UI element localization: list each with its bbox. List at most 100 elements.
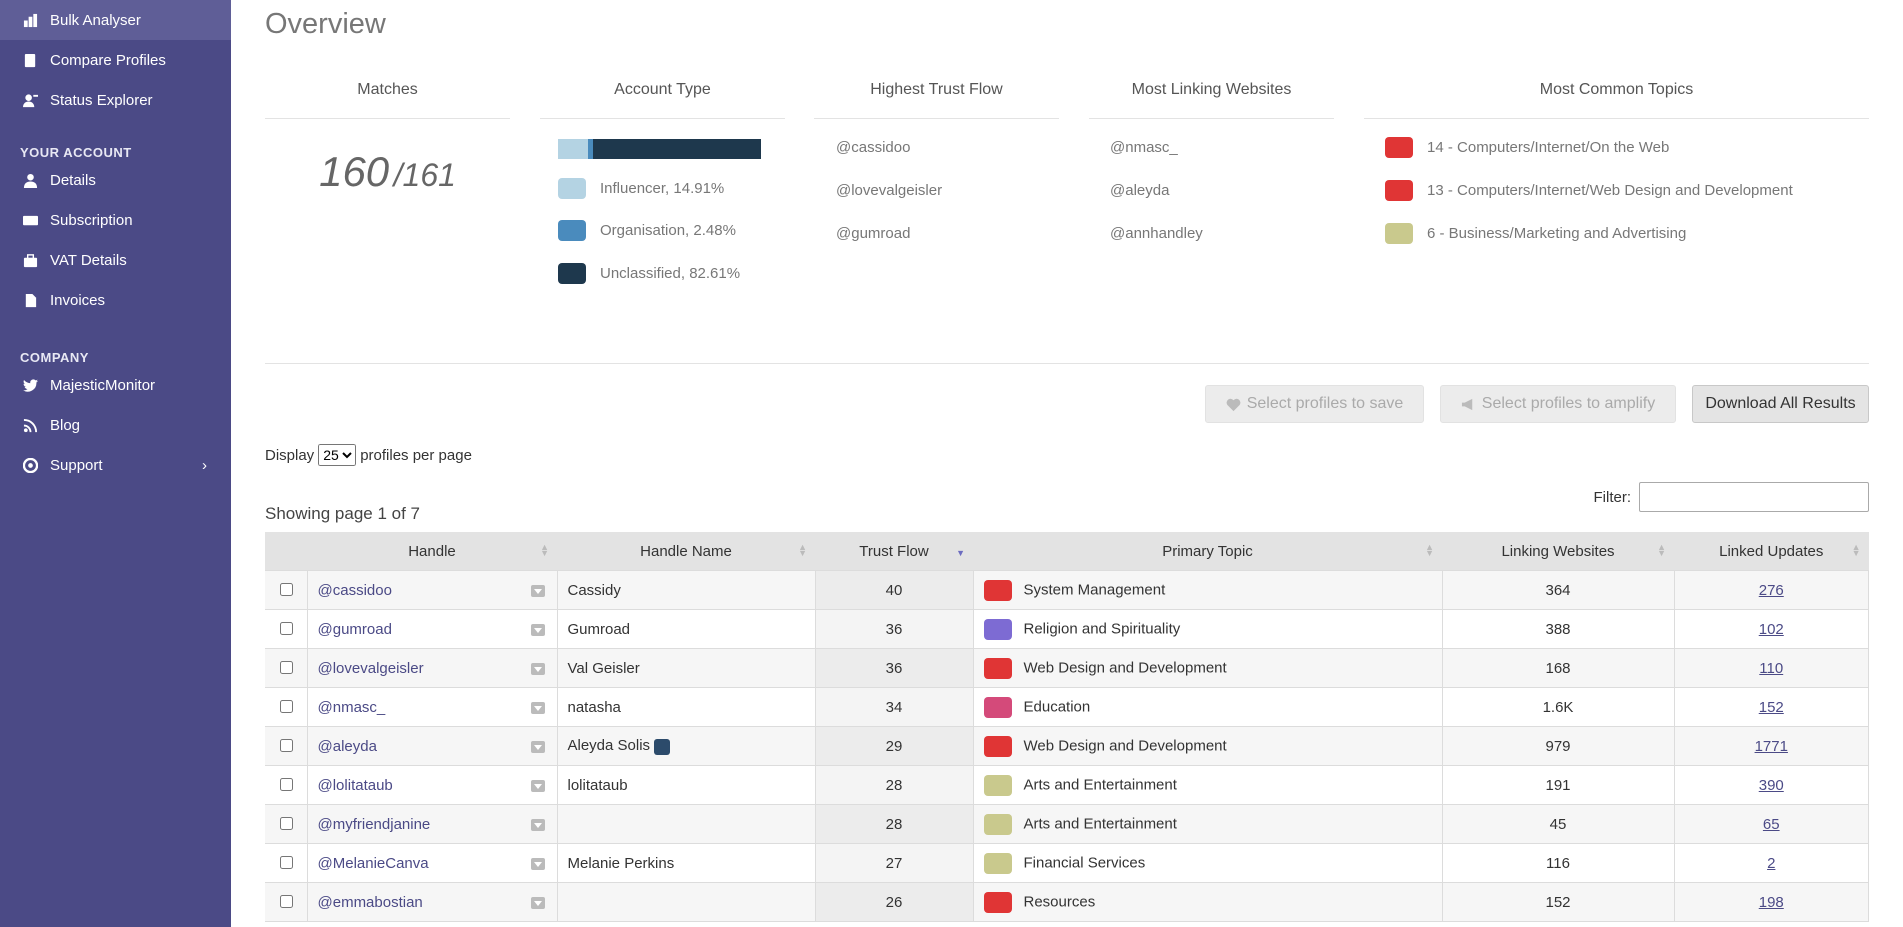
linking-item[interactable]: @nmasc_ — [1110, 139, 1178, 156]
save-profiles-label: Select profiles to save — [1246, 395, 1404, 412]
row-checkbox[interactable] — [279, 661, 293, 674]
dropdown-icon[interactable] — [530, 702, 545, 714]
dropdown-icon[interactable] — [530, 585, 545, 597]
topic-label: Financial Services — [1023, 853, 1146, 871]
handle-link[interactable]: @aleyda — [318, 738, 377, 755]
document-icon — [20, 293, 40, 308]
topic-swatch — [1385, 223, 1413, 244]
linked-updates-link[interactable]: 276 — [1759, 582, 1784, 599]
column-header-handle[interactable]: Handle ▲ ▼ — [307, 532, 557, 571]
filter-input[interactable] — [1639, 482, 1869, 512]
column-header-trust-flow[interactable]: Trust Flow ▼ — [815, 532, 973, 571]
trust-flow-cell: 26 — [814, 882, 974, 922]
primary-topic-cell: Resources — [972, 882, 1443, 922]
row-checkbox[interactable] — [279, 895, 293, 908]
trust-flow-item[interactable]: @cassidoo — [836, 139, 910, 156]
table-body: @cassidoo Cassidy 40 System Management 364 27… — [265, 570, 1869, 922]
emoji-icon — [654, 738, 671, 755]
handle-link[interactable]: @emmabostian — [318, 894, 423, 911]
handle-link[interactable]: @MelanieCanva — [318, 855, 429, 872]
sidebar-item-majesticmonitor[interactable]: MajesticMonitor — [0, 365, 231, 405]
linked-updates-link[interactable]: 152 — [1759, 699, 1784, 716]
save-profiles-button[interactable]: Select profiles to save — [1205, 385, 1424, 423]
sidebar-item-compare-profiles[interactable]: Compare Profiles — [0, 40, 231, 80]
matches-panel: Matches — [265, 78, 510, 119]
sidebar-item-invoices[interactable]: Invoices — [0, 280, 231, 320]
handle-name-cell: Cassidy — [556, 570, 816, 610]
linking-websites-cell: 116 — [1441, 843, 1675, 883]
download-all-label: Download All Results — [1705, 395, 1856, 412]
column-header-primary-topic[interactable]: Primary Topic ▲ ▼ — [973, 532, 1442, 571]
topic-label: Web Design and Development — [1023, 736, 1227, 754]
legend-swatch — [558, 263, 586, 284]
row-checkbox[interactable] — [279, 856, 293, 869]
dropdown-icon[interactable] — [530, 624, 545, 636]
handle-link[interactable]: @lolitataub — [318, 777, 393, 794]
row-checkbox[interactable] — [279, 817, 293, 830]
row-select-cell — [265, 609, 308, 649]
display-prefix: Display — [265, 446, 315, 464]
primary-topic-cell: Financial Services — [972, 843, 1443, 883]
download-all-button[interactable]: Download All Results — [1692, 385, 1869, 423]
page-size-select[interactable]: 25 — [318, 444, 357, 466]
linked-updates-link[interactable]: 390 — [1759, 777, 1784, 794]
column-header-linking-websites[interactable]: Linking Websites ▲ ▼ — [1442, 532, 1674, 571]
trust-flow-item[interactable]: @gumroad — [836, 225, 910, 242]
amplify-profiles-button[interactable]: Select profiles to amplify — [1440, 385, 1676, 423]
linked-updates-link[interactable]: 110 — [1759, 660, 1783, 677]
linked-updates-cell: 198 — [1673, 882, 1869, 922]
row-checkbox[interactable] — [279, 739, 293, 752]
dropdown-icon[interactable] — [530, 858, 545, 870]
primary-topic-cell: Web Design and Development — [972, 648, 1443, 688]
linked-updates-link[interactable]: 102 — [1759, 621, 1784, 638]
dropdown-icon[interactable] — [530, 780, 545, 792]
handle-link[interactable]: @myfriendjanine — [318, 816, 431, 833]
topic-label: 6 - Business/Marketing and Advertising — [1427, 225, 1687, 242]
handle-link[interactable]: @nmasc_ — [318, 699, 386, 716]
legend-swatch — [558, 220, 586, 241]
dropdown-icon[interactable] — [530, 741, 545, 753]
dropdown-icon[interactable] — [530, 663, 545, 675]
dropdown-icon[interactable] — [530, 819, 545, 831]
handle-link[interactable]: @lovevalgeisler — [318, 660, 424, 677]
topics-heading: Most Common Topics — [1364, 78, 1869, 119]
handle-name-cell: Gumroad — [556, 609, 816, 649]
linked-updates-link[interactable]: 65 — [1763, 816, 1780, 833]
column-header-handle-name[interactable]: Handle Name ▲ ▼ — [557, 532, 815, 571]
row-checkbox[interactable] — [279, 583, 293, 596]
header-label: Handle Name — [640, 542, 732, 560]
linking-item[interactable]: @annhandley — [1110, 225, 1203, 242]
linked-updates-cell: 1771 — [1673, 726, 1869, 766]
sidebar-item-support[interactable]: Support › — [0, 445, 231, 485]
sidebar-item-vat-details[interactable]: VAT Details — [0, 240, 231, 280]
linked-updates-link[interactable]: 1771 — [1755, 738, 1788, 755]
dropdown-icon[interactable] — [530, 897, 545, 909]
sidebar-item-subscription[interactable]: Subscription — [0, 200, 231, 240]
row-checkbox[interactable] — [279, 700, 293, 713]
row-checkbox[interactable] — [279, 622, 293, 635]
linking-websites-cell: 979 — [1441, 726, 1675, 766]
linked-updates-link[interactable]: 198 — [1759, 894, 1784, 911]
trust-flow-item[interactable]: @lovevalgeisler — [836, 182, 942, 199]
your-account-heading: YOUR ACCOUNT — [20, 145, 132, 160]
sidebar-item-details[interactable]: Details — [0, 160, 231, 200]
sidebar-item-bulk-analyser[interactable]: Bulk Analyser — [0, 0, 231, 40]
sidebar-item-status-explorer[interactable]: Status Explorer — [0, 80, 231, 120]
sidebar-item-blog[interactable]: Blog — [0, 405, 231, 445]
row-checkbox[interactable] — [279, 778, 293, 791]
column-header-linked-updates[interactable]: Linked Updates ▲ ▼ — [1674, 532, 1869, 571]
legend-label: Organisation, 2.48% — [600, 222, 736, 239]
account-type-heading: Account Type — [540, 78, 785, 119]
megaphone-icon — [1461, 398, 1473, 410]
topic-label: Arts and Entertainment — [1023, 775, 1177, 793]
sidebar-item-label: VAT Details — [50, 251, 127, 269]
topic-item: 13 - Computers/Internet/Web Design and D… — [1385, 180, 1793, 201]
handle-link[interactable]: @cassidoo — [318, 582, 392, 599]
bulk-icon — [20, 13, 40, 28]
handle-link[interactable]: @gumroad — [318, 621, 392, 638]
sort-icon: ▲ ▼ — [1851, 542, 1861, 558]
linking-item[interactable]: @aleyda — [1110, 182, 1169, 199]
topic-swatch — [1385, 137, 1413, 158]
linked-updates-link[interactable]: 2 — [1767, 855, 1775, 872]
sidebar-item-label: Status Explorer — [50, 91, 153, 109]
